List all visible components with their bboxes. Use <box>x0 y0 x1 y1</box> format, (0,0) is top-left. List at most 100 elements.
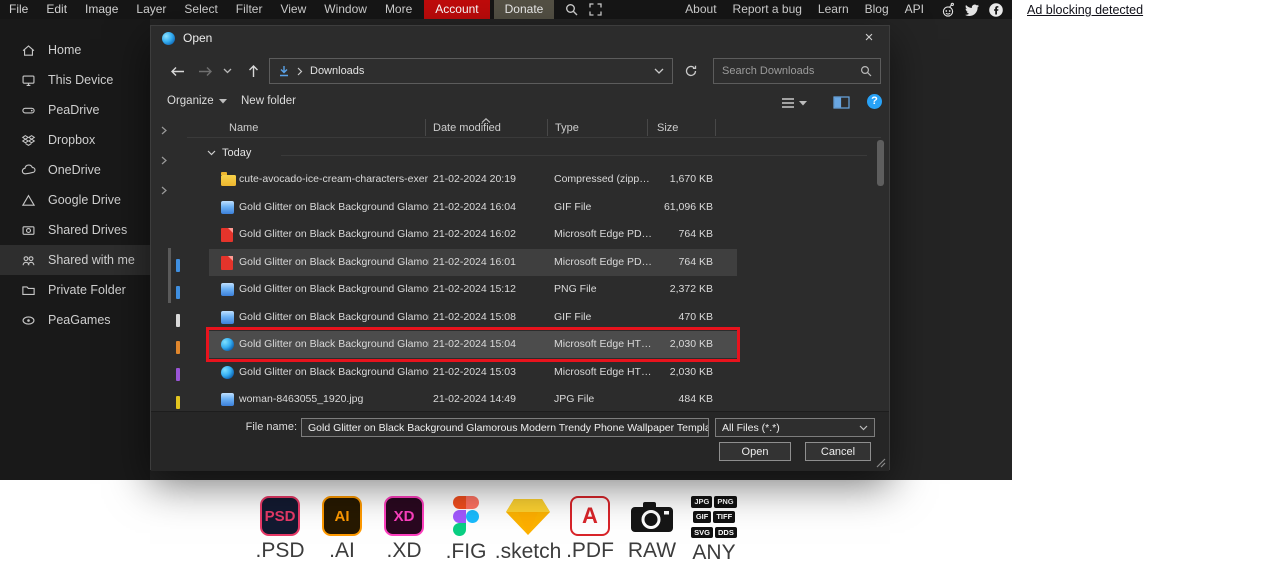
peagames-icon <box>20 313 36 328</box>
sort-ascending-icon <box>481 118 491 123</box>
file-date: 21-02-2024 20:19 <box>433 173 516 185</box>
organize-button[interactable]: Organize <box>167 95 227 107</box>
file-size: 2,030 KB <box>669 338 713 350</box>
forward-button[interactable] <box>193 59 217 83</box>
column-divider[interactable] <box>547 119 548 136</box>
file-row[interactable]: Gold Glitter on Black Background Glamor…… <box>209 359 737 386</box>
account-button[interactable]: Account <box>424 0 490 19</box>
address-bar[interactable]: Downloads <box>269 58 673 84</box>
file-row[interactable]: Gold Glitter on Black Background Glamor…… <box>209 249 737 276</box>
tree-expand-chevron-icon[interactable] <box>160 156 168 165</box>
sidebar-item-peagames[interactable]: PeaGames <box>0 305 150 335</box>
sidebar-item-home[interactable]: Home <box>0 35 150 65</box>
file-row[interactable]: Gold Glitter on Black Background Glamor…… <box>209 221 737 248</box>
column-divider[interactable] <box>715 119 716 136</box>
sidebar-item-private-folder[interactable]: Private Folder <box>0 275 150 305</box>
fullscreen-icon[interactable] <box>589 3 602 16</box>
list-view-icon <box>782 98 794 108</box>
column-divider[interactable] <box>425 119 426 136</box>
ad-blocking-link[interactable]: Ad blocking detected <box>1027 3 1143 17</box>
menu-file[interactable]: File <box>0 0 37 19</box>
cancel-button[interactable]: Cancel <box>805 442 871 461</box>
image-file-icon <box>221 201 234 214</box>
preview-pane-button[interactable] <box>833 96 850 109</box>
recent-locations-chevron-icon[interactable] <box>219 59 235 83</box>
column-header-size[interactable]: Size <box>657 122 678 134</box>
sidebar-item-onedrive[interactable]: OneDrive <box>0 155 150 185</box>
file-row[interactable]: woman-8463055_1920.jpg 21-02-2024 14:49 … <box>209 386 737 413</box>
file-row-selected[interactable]: Gold Glitter on Black Background Glamor…… <box>209 331 737 358</box>
open-button[interactable]: Open <box>719 442 791 461</box>
menu-about[interactable]: About <box>677 0 724 19</box>
file-row[interactable]: Gold Glitter on Black Background Glamor…… <box>209 194 737 221</box>
new-folder-button[interactable]: New folder <box>241 95 296 107</box>
file-type: Microsoft Edge HT… <box>554 338 652 350</box>
menu-blog[interactable]: Blog <box>857 0 897 19</box>
menu-select[interactable]: Select <box>175 0 226 19</box>
address-dropdown-chevron-icon[interactable] <box>654 68 664 74</box>
column-divider[interactable] <box>647 119 648 136</box>
sidebar-item-shared-with-me[interactable]: Shared with me <box>0 245 150 275</box>
column-header-name[interactable]: Name <box>229 122 258 134</box>
sidebar-item-google-drive[interactable]: Google Drive <box>0 185 150 215</box>
sidebar-item-shared-drives[interactable]: Shared Drives <box>0 215 150 245</box>
file-name-input[interactable]: Gold Glitter on Black Background Glamoro… <box>301 418 709 437</box>
menu-view[interactable]: View <box>271 0 315 19</box>
file-row[interactable]: Gold Glitter on Black Background Glamor…… <box>209 276 737 303</box>
menu-edit[interactable]: Edit <box>37 0 76 19</box>
column-header-type[interactable]: Type <box>555 122 579 134</box>
format-any: JPG PNG GIF TIFF SVG DDS ANY <box>686 496 742 565</box>
file-date: 21-02-2024 15:04 <box>433 338 516 350</box>
file-date: 21-02-2024 16:04 <box>433 201 516 213</box>
facebook-icon[interactable] <box>988 2 1004 18</box>
menu-filter[interactable]: Filter <box>227 0 272 19</box>
dialog-search-input[interactable]: Search Downloads <box>713 58 881 84</box>
tree-scrollbar-thumb[interactable] <box>168 248 171 303</box>
refresh-button[interactable] <box>679 58 703 84</box>
file-row[interactable]: Gold Glitter on Black Background Glamor…… <box>209 304 737 331</box>
menu-window[interactable]: Window <box>315 0 376 19</box>
pdf-acrobat-icon: A <box>570 496 610 536</box>
sidebar-item-this-device[interactable]: This Device <box>0 65 150 95</box>
file-row[interactable]: cute-avocado-ice-cream-characters-exer… … <box>209 166 737 193</box>
tree-expand-chevron-icon[interactable] <box>160 126 168 135</box>
sidebar-item-label: Home <box>48 43 82 57</box>
menu-image[interactable]: Image <box>76 0 127 19</box>
up-button[interactable] <box>241 59 265 83</box>
back-button[interactable] <box>165 59 189 83</box>
list-scrollbar-thumb[interactable] <box>877 140 884 186</box>
group-header-today[interactable]: Today <box>207 147 251 159</box>
file-size: 470 KB <box>678 311 713 323</box>
twitter-icon[interactable] <box>964 2 980 18</box>
folder-tree-strip[interactable] <box>151 118 187 409</box>
column-header-date-modified[interactable]: Date modified <box>433 122 501 134</box>
menu-more[interactable]: More <box>376 0 421 19</box>
resize-grip[interactable] <box>876 458 886 468</box>
tree-item-icon <box>176 341 180 354</box>
menu-api[interactable]: API <box>897 0 932 19</box>
close-icon[interactable]: × <box>857 27 881 48</box>
search-icon[interactable] <box>565 3 578 16</box>
file-type: Microsoft Edge PD… <box>554 256 653 268</box>
reddit-icon[interactable] <box>940 2 956 18</box>
organize-label: Organize <box>167 95 214 107</box>
help-icon[interactable]: ? <box>867 94 882 109</box>
breadcrumb-location[interactable]: Downloads <box>310 65 364 77</box>
sidebar-item-label: Shared with me <box>48 253 135 267</box>
format-label: RAW <box>627 539 677 562</box>
donate-button[interactable]: Donate <box>493 0 555 19</box>
sidebar-item-dropbox[interactable]: Dropbox <box>0 125 150 155</box>
change-view-button[interactable] <box>781 97 807 109</box>
sidebar-item-peadrive[interactable]: PeaDrive <box>0 95 150 125</box>
sidebar-item-label: Dropbox <box>48 133 96 147</box>
file-date: 21-02-2024 14:49 <box>433 393 516 405</box>
shared-drive-icon <box>20 223 36 238</box>
menu-layer[interactable]: Layer <box>127 0 175 19</box>
tree-expand-chevron-icon[interactable] <box>160 186 168 195</box>
xd-icon: XD <box>384 496 424 536</box>
file-size: 764 KB <box>678 228 713 240</box>
file-type-select[interactable]: All Files (*.*) <box>715 418 875 437</box>
figma-icon <box>452 496 480 537</box>
menu-learn[interactable]: Learn <box>810 0 857 19</box>
menu-report-a-bug[interactable]: Report a bug <box>725 0 810 19</box>
